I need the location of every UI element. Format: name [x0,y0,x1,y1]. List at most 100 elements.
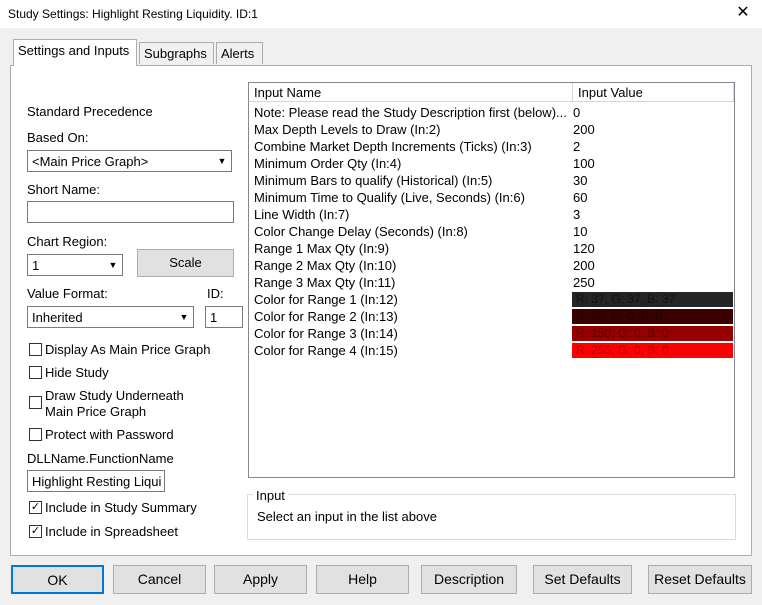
table-row[interactable]: Combine Market Depth Increments (Ticks) … [249,138,734,155]
checkbox-box[interactable] [29,366,42,379]
input-value[interactable]: 3 [573,207,733,222]
checkbox-box[interactable] [29,428,42,441]
input-value-header[interactable]: Input Value [573,83,734,102]
table-row[interactable]: Minimum Order Qty (In:4) 100 [249,155,734,172]
checkbox-label: Protect with Password [45,427,174,442]
short-name-label: Short Name: [27,182,100,197]
based-on-label: Based On: [27,130,89,145]
short-name-input[interactable] [27,201,234,223]
tab-label: Alerts [221,46,255,61]
color-swatch-range-2[interactable]: R: 58, G: 0, B: 0 [572,309,733,324]
checkbox-label: Include in Study Summary [45,500,197,515]
checkbox-checked-icon[interactable]: ✓ [29,501,42,514]
input-name: Color for Range 4 (In:15) [254,343,398,358]
input-description-text: Select an input in the list above [257,509,437,524]
id-input[interactable]: 1 [205,306,243,328]
input-value[interactable]: 30 [573,173,733,188]
checkbox-box[interactable] [29,396,42,409]
ok-button[interactable]: OK [11,565,104,594]
table-row[interactable]: Max Depth Levels to Draw (In:2) 200 [249,121,734,138]
chart-region-select[interactable]: 1 ▼ [27,254,123,276]
value-format-value: Inherited [32,310,83,325]
dll-function-label: DLLName.FunctionName [27,451,174,466]
scale-button[interactable]: Scale [137,249,234,277]
dll-function-value: Highlight Resting Liqui [32,474,162,489]
close-icon[interactable]: ✕ [730,2,756,24]
chevron-down-icon: ▼ [105,256,121,274]
inputs-grid[interactable]: Input Name Input Value Note: Please read… [248,82,735,478]
based-on-select[interactable]: <Main Price Graph> ▼ [27,150,232,172]
table-row[interactable]: Range 2 Max Qty (In:10) 200 [249,257,734,274]
id-value: 1 [210,310,218,325]
checkbox-label: Display As Main Price Graph [45,342,211,357]
checkbox-checked-icon[interactable]: ✓ [29,525,42,538]
input-value[interactable]: 2 [573,139,733,154]
table-row[interactable]: Color Change Delay (Seconds) (In:8) 10 [249,223,734,240]
input-name: Range 3 Max Qty (In:11) [254,275,396,290]
tab-label: Subgraphs [144,46,207,61]
input-name: Max Depth Levels to Draw (In:2) [254,122,441,137]
input-name: Color for Range 2 (In:13) [254,309,398,324]
checkbox-box[interactable] [29,343,42,356]
input-value[interactable]: 10 [573,224,733,239]
tab-label: Settings and Inputs [18,43,130,58]
title-bar: Study Settings: Highlight Resting Liquid… [0,0,762,28]
input-name: Line Width (In:7) [254,207,350,222]
input-value[interactable]: 250 [573,275,733,290]
tab-settings-and-inputs[interactable]: Settings and Inputs [13,39,137,66]
value-format-select[interactable]: Inherited ▼ [27,306,194,328]
chart-region-value: 1 [32,258,40,273]
based-on-value: <Main Price Graph> [32,154,149,169]
set-defaults-button[interactable]: Set Defaults [533,565,632,594]
table-row[interactable]: Color for Range 3 (In:14) R: 150, G: 0, B… [249,325,734,342]
table-row[interactable]: Range 1 Max Qty (In:9) 120 [249,240,734,257]
input-name: Note: Please read the Study Description … [254,105,567,120]
input-name: Combine Market Depth Increments (Ticks) … [254,139,532,154]
tab-subgraphs[interactable]: Subgraphs [139,42,214,64]
table-row[interactable]: Color for Range 4 (In:15) R: 255, G: 0, B… [249,342,734,359]
chart-region-label: Chart Region: [27,234,108,249]
table-row[interactable]: Range 3 Max Qty (In:11) 250 [249,274,734,291]
help-button[interactable]: Help [316,565,409,594]
input-value[interactable]: 200 [573,122,733,137]
input-name: Range 2 Max Qty (In:10) [254,258,397,273]
input-value[interactable]: 0 [573,105,733,120]
table-row[interactable]: Color for Range 1 (In:12) R: 37, G: 37, B… [249,291,734,308]
input-name: Color Change Delay (Seconds) (In:8) [254,224,468,239]
reset-defaults-button[interactable]: Reset Defaults [648,565,752,594]
input-name: Minimum Order Qty (In:4) [254,156,402,171]
dll-function-input[interactable]: Highlight Resting Liqui [27,470,165,492]
checkbox-label: Include in Spreadsheet [45,524,178,539]
checkbox-label: Draw Study Underneath [45,388,184,403]
input-group-label: Input [253,488,288,503]
color-swatch-range-3[interactable]: R: 150, G: 0, B: 0 [572,326,733,341]
input-name: Range 1 Max Qty (In:9) [254,241,390,256]
chevron-down-icon: ▼ [176,308,192,326]
cancel-button[interactable]: Cancel [113,565,206,594]
chevron-down-icon: ▼ [214,152,230,170]
input-value[interactable]: 120 [573,241,733,256]
color-swatch-range-1[interactable]: R: 37, G: 37, B: 37 [572,292,733,307]
input-name: Color for Range 3 (In:14) [254,326,398,341]
input-value[interactable]: 60 [573,190,733,205]
input-name: Minimum Bars to qualify (Historical) (In… [254,173,493,188]
description-button[interactable]: Description [421,565,517,594]
window-title: Study Settings: Highlight Resting Liquid… [8,7,258,21]
checkbox-label: Hide Study [45,365,109,380]
id-label: ID: [207,286,224,301]
input-name-header[interactable]: Input Name [249,83,573,102]
table-row[interactable]: Minimum Time to Qualify (Live, Seconds) … [249,189,734,206]
checkbox-label-line2: Main Price Graph [45,404,147,419]
tab-alerts[interactable]: Alerts [216,42,263,64]
input-name: Color for Range 1 (In:12) [254,292,398,307]
table-row[interactable]: Line Width (In:7) 3 [249,206,734,223]
table-row[interactable]: Note: Please read the Study Description … [249,104,734,121]
table-row[interactable]: Color for Range 2 (In:13) R: 58, G: 0, B:… [249,308,734,325]
apply-button[interactable]: Apply [214,565,307,594]
table-row[interactable]: Minimum Bars to qualify (Historical) (In… [249,172,734,189]
standard-precedence-label: Standard Precedence [27,104,153,119]
color-swatch-range-4[interactable]: R: 255, G: 0, B: 0 [572,343,733,358]
input-value[interactable]: 200 [573,258,733,273]
value-format-label: Value Format: [27,286,108,301]
input-value[interactable]: 100 [573,156,733,171]
